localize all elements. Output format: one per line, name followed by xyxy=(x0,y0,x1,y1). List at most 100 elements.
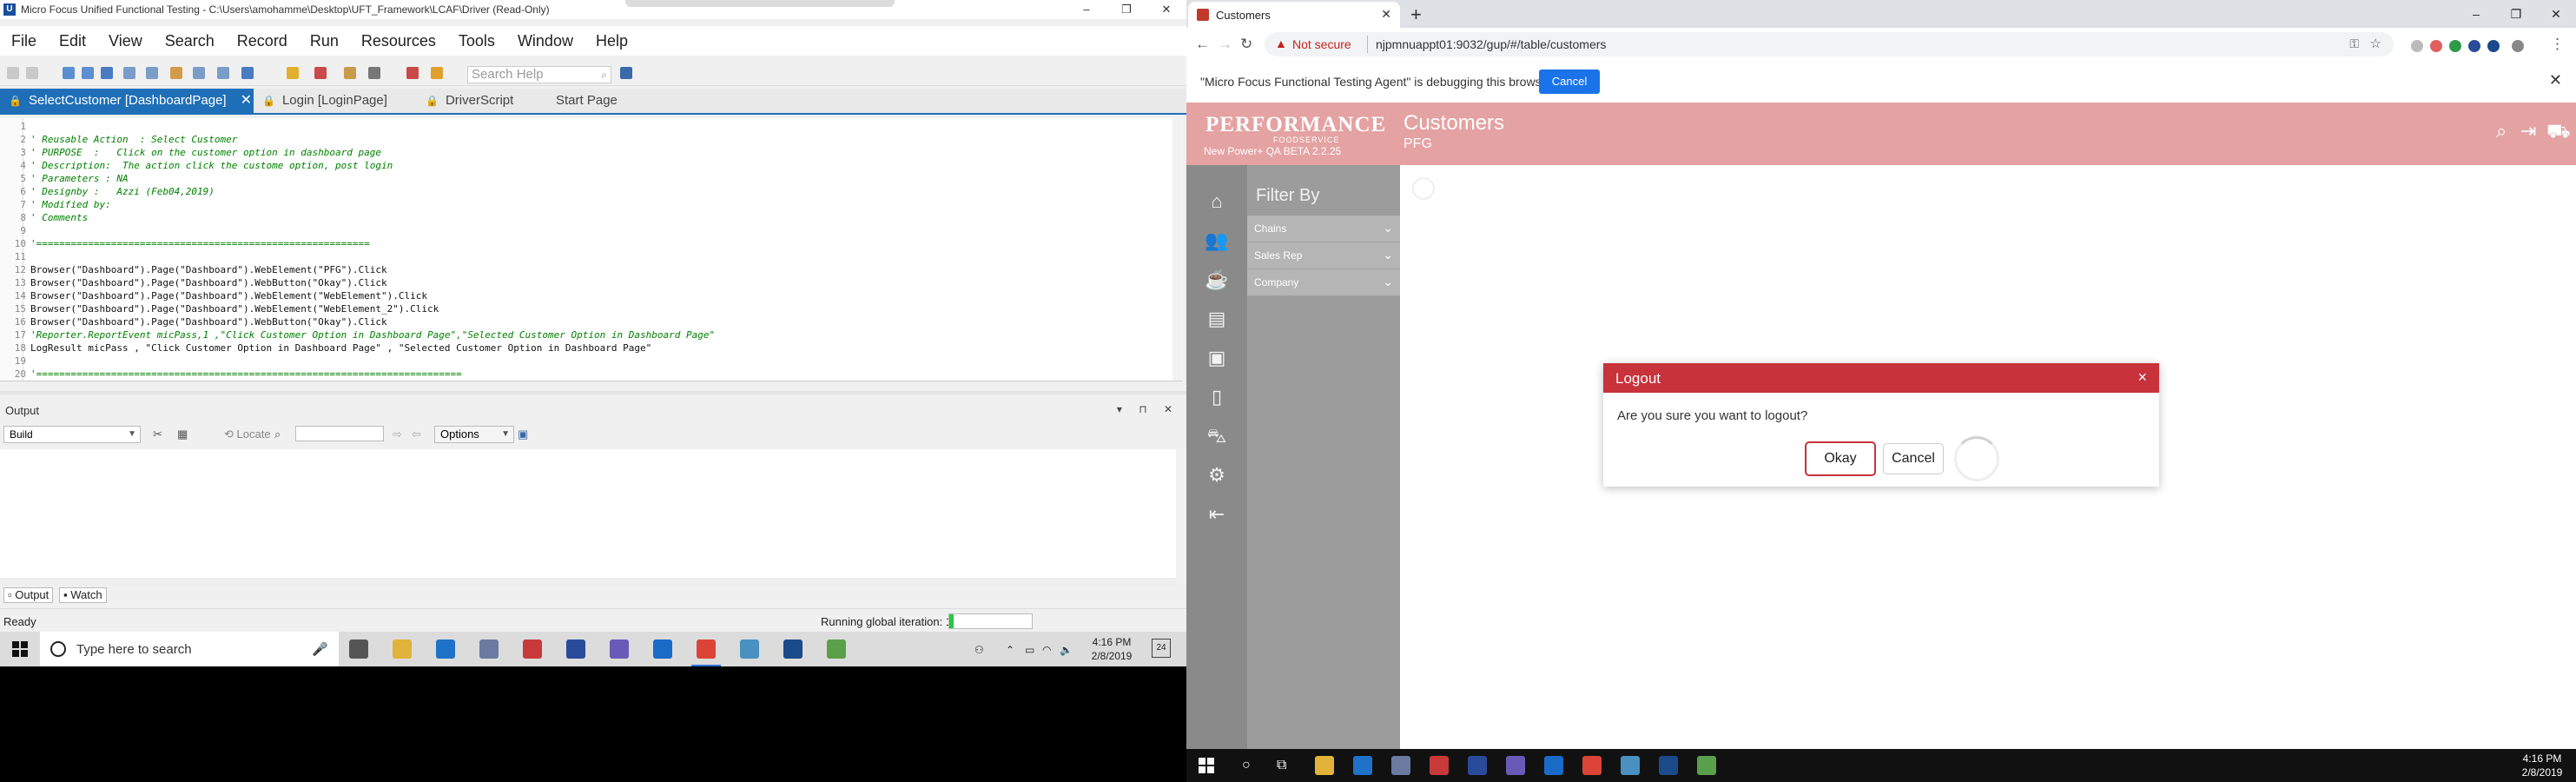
code-line[interactable]: 9 xyxy=(0,224,30,237)
tab-login[interactable]: 🔒 Login [LoginPage] xyxy=(262,89,387,113)
menu-tools[interactable]: Tools xyxy=(447,32,506,50)
find-prev-icon[interactable]: ⇦ xyxy=(412,427,421,441)
cancel-button[interactable]: Cancel xyxy=(1883,443,1944,474)
volume-icon[interactable]: 🔈 xyxy=(1060,644,1073,656)
clipboard-icon[interactable] xyxy=(344,67,356,79)
extension-icon-5[interactable] xyxy=(2487,40,2500,52)
chrome-icon[interactable] xyxy=(1582,756,1602,775)
app-icon-5[interactable] xyxy=(1697,756,1716,775)
menu-edit[interactable]: Edit xyxy=(48,32,97,50)
code-line[interactable]: 10 '=====================================… xyxy=(0,237,370,250)
task-view-icon[interactable] xyxy=(349,640,368,659)
code-line[interactable]: 2 ' Reusable Action : Select Customer xyxy=(0,133,237,146)
dialog-close-icon[interactable]: × xyxy=(2137,368,2147,387)
code-line[interactable]: 11 xyxy=(0,250,30,263)
step-icon[interactable] xyxy=(217,67,229,79)
forward-icon[interactable]: → xyxy=(1218,36,1232,53)
edge-icon[interactable] xyxy=(436,640,455,659)
editor-scrollbar[interactable] xyxy=(1172,118,1183,381)
align-icon[interactable] xyxy=(146,67,158,79)
code-editor[interactable]: 1 2 ' Reusable Action : Select Customer 3 ' … xyxy=(0,118,1183,381)
code-line[interactable]: 7 ' Modified by: xyxy=(0,198,110,211)
app-icon-1[interactable] xyxy=(1391,756,1410,775)
tab-start-page[interactable]: Start Page xyxy=(556,89,618,113)
infobar-close-icon[interactable]: ✕ xyxy=(2549,71,2562,89)
star-icon[interactable]: ☆ xyxy=(2370,36,2381,51)
app-icon-2[interactable] xyxy=(1430,756,1449,775)
extension-icon-2[interactable] xyxy=(2430,40,2442,52)
code-line[interactable]: 5 ' Parameters : NA xyxy=(0,172,128,185)
code-line[interactable]: 4 ' Description: The action click the cus… xyxy=(0,159,393,172)
grid-icon[interactable] xyxy=(123,67,135,79)
battery-icon[interactable]: ▭ xyxy=(1025,644,1034,656)
tab-watch[interactable]: ▪ Watch xyxy=(59,587,107,603)
stop-icon[interactable] xyxy=(406,67,419,79)
code-line[interactable]: 20 '=====================================… xyxy=(0,368,462,381)
file-explorer-icon[interactable] xyxy=(393,640,412,659)
code-line[interactable]: 8 ' Comments xyxy=(0,211,88,224)
open-icon[interactable] xyxy=(26,67,38,79)
menu-resources[interactable]: Resources xyxy=(350,32,447,50)
extension-icon-1[interactable] xyxy=(2411,40,2423,52)
profile-icon[interactable] xyxy=(2512,40,2524,52)
network-icon[interactable]: ◠ xyxy=(1042,644,1051,656)
tab-close-icon[interactable]: ✕ xyxy=(241,93,252,108)
search-icon[interactable]: ○ xyxy=(1242,758,1251,773)
code-line[interactable]: 15 Browser("Dashboard").Page("Dashboard")… xyxy=(0,302,439,315)
app-icon-5[interactable] xyxy=(827,640,846,659)
pane-splitter[interactable] xyxy=(0,391,1186,394)
code-line[interactable]: 6 ' Designby : Azzi (Feb04,2019) xyxy=(0,185,215,198)
save-output-icon[interactable]: ▣ xyxy=(518,427,528,441)
code-line[interactable]: 18 LogResult micPass , "Click Customer Op… xyxy=(0,341,652,355)
code-line[interactable]: 14 Browser("Dashboard").Page("Dashboard")… xyxy=(0,289,427,302)
record-bookmark-icon[interactable] xyxy=(287,67,299,79)
menu-run[interactable]: Run xyxy=(299,32,350,50)
menu-help[interactable]: Help xyxy=(585,32,639,50)
extension-icon-3[interactable] xyxy=(2449,40,2461,52)
build-select[interactable]: Build ▼ xyxy=(3,426,141,443)
microphone-icon[interactable]: 🎤 xyxy=(312,641,328,657)
chrome-minimize-button[interactable]: – xyxy=(2456,0,2496,28)
taskbar-clock[interactable]: 4:16 PM 2/8/2019 xyxy=(1086,635,1138,663)
tab-driver-script[interactable]: 🔒 DriverScript xyxy=(426,89,513,113)
app-icon-4[interactable] xyxy=(1621,756,1640,775)
locate-button[interactable]: ⟲ Locate xyxy=(224,427,271,441)
code-line[interactable]: 12 Browser("Dashboard").Page("Dashboard")… xyxy=(0,263,387,276)
clear-icon[interactable]: ✂ xyxy=(153,427,162,441)
search-icon[interactable]: ⌕ xyxy=(601,67,607,83)
tab-output[interactable]: ▫ Output xyxy=(3,587,54,603)
uft-icon[interactable] xyxy=(1659,756,1678,775)
menu-window[interactable]: Window xyxy=(506,32,585,50)
code-line[interactable]: 3 ' PURPOSE : Click on the customer optio… xyxy=(0,146,381,159)
taskbar-search[interactable]: Type here to search 🎤 xyxy=(40,632,339,666)
save-icon[interactable] xyxy=(63,67,75,79)
expand-icon[interactable] xyxy=(241,67,254,79)
menu-view[interactable]: View xyxy=(97,32,154,50)
reload-icon[interactable]: ↻ xyxy=(1240,36,1252,53)
key-icon[interactable]: ⚿ xyxy=(2349,36,2359,51)
output-scrollbar[interactable] xyxy=(1176,449,1186,580)
code-line[interactable]: 1 xyxy=(0,120,30,133)
chrome-tab-close-icon[interactable]: ✕ xyxy=(1381,7,1391,22)
app-icon-1[interactable] xyxy=(479,640,499,659)
minimize-button[interactable]: – xyxy=(1067,0,1106,19)
menu-file[interactable]: File xyxy=(0,32,48,50)
back-icon[interactable]: ← xyxy=(1195,36,1210,53)
taskbar-clock[interactable]: 4:16 PM 2/8/2019 xyxy=(2512,752,2573,779)
record-icon[interactable] xyxy=(314,67,327,79)
options-button[interactable]: Options ▼ xyxy=(434,426,514,443)
copy-icon[interactable]: ▦ xyxy=(177,427,188,441)
find-icon[interactable]: ⌕ xyxy=(274,427,281,441)
extension-icon-4[interactable] xyxy=(2468,40,2480,52)
layout-icon[interactable] xyxy=(193,67,205,79)
code-line[interactable]: 16 Browser("Dashboard").Page("Dashboard")… xyxy=(0,315,387,328)
file-explorer-icon[interactable] xyxy=(1315,756,1334,775)
task-view-icon[interactable]: ⧉ xyxy=(1277,758,1286,773)
app-icon-2[interactable] xyxy=(523,640,542,659)
save-all-icon[interactable] xyxy=(82,67,94,79)
okay-button[interactable]: Okay xyxy=(1805,441,1876,476)
chrome-close-button[interactable]: ✕ xyxy=(2536,0,2576,28)
people-icon[interactable]: ⚇ xyxy=(974,644,984,656)
outlook-icon[interactable] xyxy=(1544,756,1563,775)
help-icon[interactable] xyxy=(620,67,632,79)
